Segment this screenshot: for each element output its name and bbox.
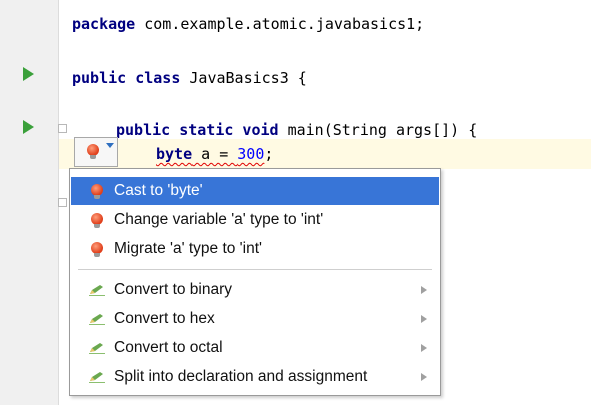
intention-pencil-icon: [89, 314, 105, 325]
menu-item-label: Cast to 'byte': [114, 182, 203, 199]
semicolon: ;: [264, 145, 274, 163]
keyword-package: package: [72, 15, 136, 33]
menu-item-label: Change variable 'a' type to 'int': [114, 211, 324, 228]
variable-assignment: a =: [192, 145, 238, 163]
menu-item-convert-to-hex[interactable]: Convert to hex: [71, 305, 439, 333]
run-main-icon[interactable]: [23, 120, 34, 134]
intention-pencil-icon: [89, 285, 105, 296]
quickfix-bulb-icon: [91, 184, 103, 199]
menu-item-split-declaration[interactable]: Split into declaration and assignment: [71, 363, 439, 391]
menu-separator: [78, 269, 432, 270]
editor-gutter[interactable]: [0, 0, 59, 405]
menu-item-cast-to-byte[interactable]: Cast to 'byte': [71, 177, 439, 205]
menu-item-change-variable-type[interactable]: Change variable 'a' type to 'int': [71, 206, 439, 234]
menu-item-label: Split into declaration and assignment: [114, 368, 368, 385]
menu-item-convert-to-octal[interactable]: Convert to octal: [71, 334, 439, 362]
menu-item-label: Migrate 'a' type to 'int': [114, 240, 262, 257]
method-signature: main(String args[]) {: [278, 121, 478, 139]
fold-method-icon[interactable]: [58, 124, 67, 133]
submenu-arrow-icon: [421, 286, 427, 294]
menu-item-migrate-type[interactable]: Migrate 'a' type to 'int': [71, 235, 439, 263]
menu-item-label: Convert to octal: [114, 339, 223, 356]
quickfix-bulb-icon: [87, 144, 99, 159]
run-class-icon[interactable]: [23, 67, 34, 81]
menu-item-label: Convert to hex: [114, 310, 215, 327]
quick-fix-popup[interactable]: Cast to 'byte' Change variable 'a' type …: [69, 168, 441, 396]
quickfix-bulb-icon: [91, 242, 103, 257]
keyword-public-static-void: public static void: [116, 121, 279, 139]
keyword-byte: byte: [156, 145, 193, 163]
submenu-arrow-icon: [421, 373, 427, 381]
code-line-class[interactable]: public class JavaBasics3 {: [72, 66, 307, 90]
submenu-arrow-icon: [421, 344, 427, 352]
intention-bulb-button[interactable]: [74, 137, 118, 167]
menu-item-convert-to-binary[interactable]: Convert to binary: [71, 276, 439, 304]
code-line-package[interactable]: package com.example.atomic.javabasics1;: [72, 12, 424, 36]
package-name: com.example.atomic.javabasics1;: [135, 15, 425, 33]
quickfix-bulb-icon: [91, 213, 103, 228]
menu-item-label: Convert to binary: [114, 281, 233, 298]
submenu-arrow-icon: [421, 315, 427, 323]
number-literal: 300: [237, 145, 265, 163]
intention-pencil-icon: [89, 372, 105, 383]
code-line-main[interactable]: public static void main(String args[]) {: [116, 118, 477, 142]
keyword-public-class: public class: [72, 69, 181, 87]
fold-end-icon[interactable]: [58, 198, 67, 207]
intention-pencil-icon: [89, 343, 105, 354]
code-line-byte[interactable]: byte a = 300;: [156, 142, 273, 166]
class-name: JavaBasics3 {: [180, 69, 307, 87]
chevron-down-icon: [106, 143, 114, 148]
current-line-highlight: [59, 139, 591, 169]
